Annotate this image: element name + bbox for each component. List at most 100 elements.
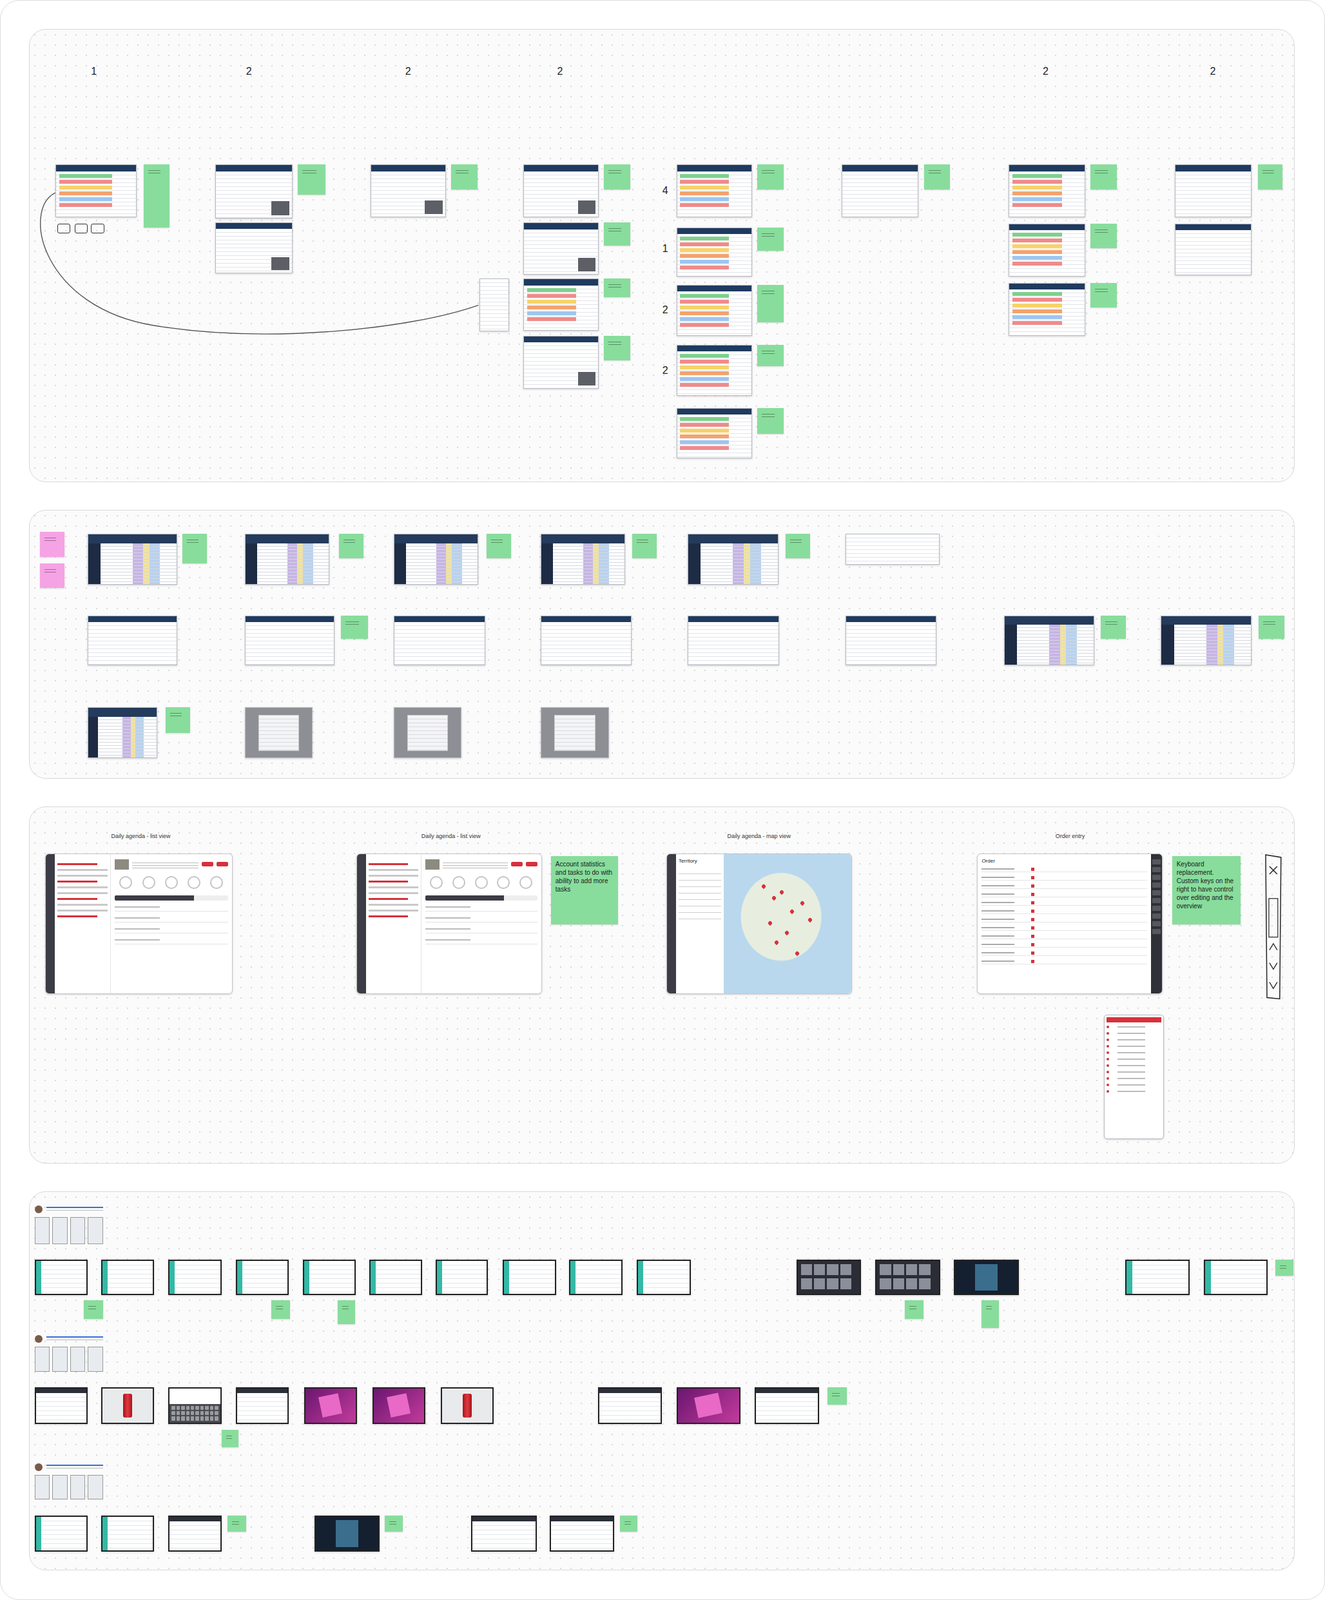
- screen-frame[interactable]: [676, 227, 753, 277]
- order-row[interactable]: [981, 924, 1148, 931]
- key[interactable]: [195, 1405, 199, 1410]
- task-row[interactable]: [425, 937, 538, 945]
- screen-frame[interactable]: [235, 1259, 289, 1295]
- key[interactable]: [171, 1415, 175, 1420]
- screen-frame[interactable]: [471, 1515, 537, 1551]
- screen-frame[interactable]: [372, 1386, 426, 1424]
- sticky-note[interactable]: [827, 1386, 847, 1405]
- screen-frame[interactable]: [676, 344, 753, 396]
- screen-frame[interactable]: [676, 164, 753, 218]
- list-row[interactable]: [1106, 1031, 1162, 1035]
- screen-frame[interactable]: [314, 1515, 380, 1551]
- list-row[interactable]: [1106, 1056, 1162, 1061]
- sticky-note[interactable]: [486, 533, 512, 559]
- task-row[interactable]: [114, 937, 229, 945]
- sticky-note[interactable]: [182, 533, 207, 564]
- list-row[interactable]: [1106, 1044, 1162, 1048]
- sticky-note[interactable]: [785, 533, 811, 559]
- screen-frame[interactable]: [598, 1386, 663, 1424]
- screen-frame[interactable]: [168, 1259, 222, 1295]
- agenda-item[interactable]: [57, 862, 98, 865]
- screen-frame[interactable]: [34, 1515, 88, 1551]
- list-row[interactable]: [1106, 1024, 1162, 1029]
- key[interactable]: [214, 1410, 218, 1415]
- screen-frame[interactable]: [687, 615, 780, 666]
- phone-sketch-icon[interactable]: [1263, 853, 1284, 1002]
- agenda-item[interactable]: [57, 897, 98, 900]
- key[interactable]: [204, 1405, 209, 1410]
- map-pin-icon[interactable]: [773, 939, 780, 945]
- screen-frame[interactable]: [435, 1259, 488, 1295]
- sticky-note[interactable]: [603, 222, 631, 246]
- key[interactable]: [200, 1410, 204, 1415]
- sticky-note[interactable]: [1100, 615, 1127, 639]
- screen-frame[interactable]: [101, 1515, 155, 1551]
- key[interactable]: [1152, 920, 1161, 927]
- key[interactable]: [171, 1410, 175, 1415]
- sticky-note[interactable]: [227, 1515, 247, 1532]
- map-pin-icon[interactable]: [806, 917, 813, 923]
- sticky-note[interactable]: [1275, 1259, 1295, 1276]
- sticky-note[interactable]: [603, 278, 631, 298]
- sticky-note[interactable]: [904, 1299, 924, 1319]
- screen-frame[interactable]: [676, 1386, 742, 1424]
- screen-frame[interactable]: Territory: [666, 853, 852, 994]
- sticky-note[interactable]: [1090, 223, 1117, 249]
- key[interactable]: [1152, 859, 1161, 865]
- task-row[interactable]: [114, 904, 229, 912]
- task-row[interactable]: [425, 904, 538, 912]
- order-row[interactable]: [981, 916, 1148, 923]
- sticky-note[interactable]: Account statistics and tasks to do with …: [551, 855, 619, 925]
- list-row[interactable]: [1106, 1037, 1162, 1042]
- sticky-note[interactable]: [1090, 282, 1117, 308]
- map-pin-icon[interactable]: [771, 894, 777, 900]
- screen-frame[interactable]: [636, 1259, 691, 1295]
- sticky-note[interactable]: [981, 1299, 999, 1328]
- screen-frame[interactable]: [168, 1386, 222, 1424]
- action-button[interactable]: [201, 861, 214, 867]
- key[interactable]: [181, 1410, 185, 1415]
- screen-frame[interactable]: [87, 533, 178, 585]
- sticky-note[interactable]: [924, 164, 950, 191]
- sticky-note[interactable]: [632, 533, 657, 559]
- screen-frame[interactable]: [1174, 223, 1252, 276]
- sticky-note[interactable]: [297, 164, 326, 196]
- screen-frame[interactable]: [754, 1386, 820, 1424]
- screen-frame[interactable]: [370, 164, 446, 218]
- screen-frame[interactable]: [244, 706, 313, 758]
- list-row[interactable]: [1106, 1063, 1162, 1068]
- list-row[interactable]: [1106, 1050, 1162, 1055]
- screen-frame[interactable]: [393, 706, 462, 758]
- action-button[interactable]: [525, 861, 538, 867]
- key[interactable]: [1152, 866, 1161, 872]
- key[interactable]: [214, 1415, 218, 1420]
- agenda-item[interactable]: [57, 874, 108, 877]
- dialog[interactable]: [554, 714, 596, 751]
- key[interactable]: [176, 1410, 180, 1415]
- screen-frame[interactable]: [393, 615, 486, 666]
- key[interactable]: [176, 1405, 180, 1410]
- screen-frame[interactable]: [356, 853, 542, 994]
- agenda-item[interactable]: [368, 909, 419, 912]
- screen-frame[interactable]: [87, 706, 158, 758]
- screen-frame[interactable]: [45, 853, 233, 994]
- screen-frame[interactable]: [523, 164, 599, 218]
- order-row[interactable]: [981, 882, 1148, 889]
- key[interactable]: [204, 1410, 209, 1415]
- screen-frame[interactable]: [1008, 164, 1086, 218]
- order-row[interactable]: [981, 949, 1148, 956]
- order-row[interactable]: [981, 933, 1148, 939]
- key[interactable]: [186, 1405, 190, 1410]
- sticky-note[interactable]: [384, 1515, 404, 1532]
- screen-frame[interactable]: [393, 533, 479, 585]
- screen-frame[interactable]: [87, 615, 178, 666]
- screen-frame[interactable]: [235, 1386, 289, 1424]
- sticky-note[interactable]: [603, 335, 631, 361]
- sticky-note[interactable]: [143, 164, 170, 228]
- order-row[interactable]: [981, 899, 1148, 906]
- key[interactable]: [195, 1415, 199, 1420]
- sketch-box[interactable]: [57, 223, 71, 234]
- key[interactable]: [214, 1405, 218, 1410]
- screen-frame[interactable]: [34, 1462, 104, 1499]
- screen-frame[interactable]: [687, 533, 779, 585]
